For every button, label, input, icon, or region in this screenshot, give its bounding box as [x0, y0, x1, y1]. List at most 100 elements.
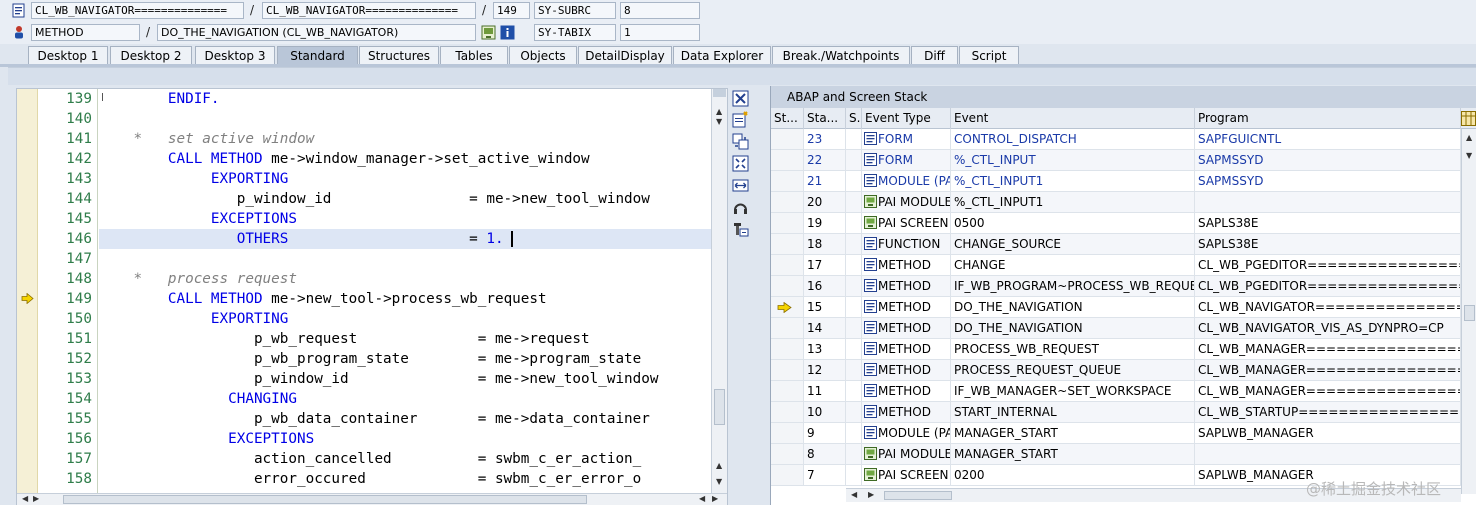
code-line[interactable]: EXCEPTIONS: [99, 209, 711, 229]
stack-row[interactable]: 22 FORM %_CTL_INPUT SAPMSSYD: [771, 150, 1461, 171]
program-cell[interactable]: SAPMSSYD: [1195, 171, 1461, 191]
event-name-cell[interactable]: 0200: [951, 465, 1195, 485]
code-line[interactable]: [99, 249, 711, 269]
event-name-cell[interactable]: IF_WB_PROGRAM~PROCESS_WB_REQUES...: [951, 276, 1195, 296]
program-cell[interactable]: CL_WB_MANAGER=================CP: [1195, 381, 1461, 401]
code-line[interactable]: ENDIF.: [99, 89, 711, 109]
tab-desktop-3[interactable]: Desktop 3: [195, 46, 275, 66]
stack-row[interactable]: 15 METHOD DO_THE_NAVIGATION CL_WB_NAVIGATOR…: [771, 297, 1461, 318]
stack-row[interactable]: 23 FORM CONTROL_DISPATCH SAPFGUICNTL: [771, 129, 1461, 150]
row-status-cell[interactable]: [771, 444, 804, 464]
event-name-cell[interactable]: DO_THE_NAVIGATION: [951, 318, 1195, 338]
row-status-cell[interactable]: [771, 318, 804, 338]
col-header-s[interactable]: S...: [846, 108, 862, 129]
event-name-cell[interactable]: MANAGER_START: [951, 444, 1195, 464]
scroll-right-arrow-icon[interactable]: ▶: [712, 494, 718, 504]
stack-row[interactable]: 9 MODULE (PAI)MANAGER_STARTSAPLWB_MANAGER: [771, 423, 1461, 444]
editor-hscroll-thumb[interactable]: [63, 495, 587, 504]
code-line[interactable]: OTHERS = 1.: [99, 229, 711, 249]
row-status-cell[interactable]: [771, 297, 804, 317]
code-line[interactable]: p_window_id = me->new_tool_window: [99, 189, 711, 209]
tab-script[interactable]: Script: [959, 46, 1019, 66]
code-line[interactable]: action_cancelled = swbm_c_er_action_: [99, 449, 711, 469]
scroll-up-arrow-icon[interactable]: ▲: [716, 107, 722, 117]
stack-row[interactable]: 21 MODULE (PAI)%_CTL_INPUT1SAPMSSYD: [771, 171, 1461, 192]
code-line[interactable]: CALL METHOD me->window_manager->set_acti…: [99, 149, 711, 169]
row-status-cell[interactable]: [771, 423, 804, 443]
program-cell[interactable]: SAPLS38E: [1195, 213, 1461, 233]
event-name-cell[interactable]: CHANGE_SOURCE: [951, 234, 1195, 254]
stack-row[interactable]: 8 PAI MODULE MANAGER_START: [771, 444, 1461, 465]
event-name-field[interactable]: DO_THE_NAVIGATION (CL_WB_NAVIGATOR): [157, 24, 476, 41]
code-line[interactable]: [99, 109, 711, 129]
event-name-cell[interactable]: 0500: [951, 213, 1195, 233]
info-icon[interactable]: [500, 25, 515, 40]
code-line[interactable]: p_wb_data_container = me->data_container: [99, 409, 711, 429]
maximize-tool-icon[interactable]: [732, 155, 749, 172]
stack-vertical-scrollbar[interactable]: ▲ ▼: [1461, 129, 1476, 494]
col-header-event-type[interactable]: Event Type: [862, 108, 951, 129]
program-cell[interactable]: SAPFGUICNTL: [1195, 129, 1461, 149]
breakpoint-gutter[interactable]: [17, 89, 38, 505]
event-type-field[interactable]: METHOD: [31, 24, 140, 41]
sysvar-name-field[interactable]: SY-SUBRC: [534, 2, 616, 19]
scroll-left-arrow-icon[interactable]: ◀: [22, 494, 28, 504]
tab-break-watchpoints[interactable]: Break./Watchpoints: [772, 46, 910, 66]
tab-detaildisplay[interactable]: DetailDisplay: [578, 46, 672, 66]
scroll-left-arrow-icon[interactable]: ◀: [851, 490, 857, 500]
tab-desktop-1[interactable]: Desktop 1: [28, 46, 108, 66]
row-status-cell[interactable]: [771, 360, 804, 380]
stack-row[interactable]: 11 METHOD IF_WB_MANAGER~SET_WORKSPACE CL_WB…: [771, 381, 1461, 402]
event-name-cell[interactable]: %_CTL_INPUT1: [951, 192, 1195, 212]
row-status-cell[interactable]: [771, 234, 804, 254]
close-tool-icon[interactable]: [732, 90, 749, 107]
code-line[interactable]: EXPORTING: [99, 169, 711, 189]
code-line[interactable]: * set active window: [99, 129, 711, 149]
tab-diff[interactable]: Diff: [911, 46, 958, 66]
row-status-cell[interactable]: [771, 213, 804, 233]
program-cell[interactable]: SAPLS38E: [1195, 234, 1461, 254]
scroll-right-arrow-icon[interactable]: ▶: [868, 490, 874, 500]
code-line[interactable]: CHANGING: [99, 389, 711, 409]
stack-row[interactable]: 14 METHOD DO_THE_NAVIGATION CL_WB_NAVIGATOR…: [771, 318, 1461, 339]
tab-data-explorer[interactable]: Data Explorer: [673, 46, 771, 66]
code-line[interactable]: CALL METHOD me->new_tool->process_wb_req…: [99, 289, 711, 309]
col-header-level[interactable]: Sta...: [804, 108, 846, 129]
code-line[interactable]: EXCEPTIONS: [99, 429, 711, 449]
row-status-cell[interactable]: [771, 129, 804, 149]
scroll-right-arrow-icon[interactable]: ▶: [33, 494, 39, 504]
stack-row[interactable]: 18 FUNCTION CHANGE_SOURCE SAPLS38E: [771, 234, 1461, 255]
tab-tables[interactable]: Tables: [440, 46, 508, 66]
row-status-cell[interactable]: [771, 276, 804, 296]
event-name-cell[interactable]: PROCESS_REQUEST_QUEUE: [951, 360, 1195, 380]
event-name-cell[interactable]: %_CTL_INPUT: [951, 150, 1195, 170]
code-line[interactable]: * process request: [99, 269, 711, 289]
code-area[interactable]: ENDIF. * set active window CALL METHOD m…: [99, 89, 711, 493]
program-cell[interactable]: CL_WB_STARTUP=================CP: [1195, 402, 1461, 422]
scroll-down-arrow-icon[interactable]: ▼: [716, 477, 722, 487]
sysvar-value-field[interactable]: 8: [620, 2, 700, 19]
event-name-cell[interactable]: CHANGE: [951, 255, 1195, 275]
event-name-cell[interactable]: PROCESS_WB_REQUEST: [951, 339, 1195, 359]
program-cell[interactable]: [1195, 192, 1461, 212]
sysvar-name-field[interactable]: SY-TABIX: [534, 24, 616, 41]
row-status-cell[interactable]: [771, 255, 804, 275]
col-header-program[interactable]: Program: [1195, 108, 1461, 129]
row-status-cell[interactable]: [771, 150, 804, 170]
code-line[interactable]: error_occured = swbm_c_er_error_o: [99, 469, 711, 489]
services-tool-icon[interactable]: [732, 199, 749, 216]
line-number-field[interactable]: 149: [493, 2, 530, 19]
row-status-cell[interactable]: [771, 381, 804, 401]
tab-desktop-2[interactable]: Desktop 2: [110, 46, 192, 66]
tab-structures[interactable]: Structures: [359, 46, 439, 66]
row-status-cell[interactable]: [771, 465, 804, 485]
column-layout-icon[interactable]: [1461, 111, 1476, 126]
event-name-cell[interactable]: %_CTL_INPUT1: [951, 171, 1195, 191]
event-name-cell[interactable]: CONTROL_DISPATCH: [951, 129, 1195, 149]
swap-tool-icon[interactable]: [732, 133, 749, 150]
stack-row[interactable]: 12 METHOD PROCESS_REQUEST_QUEUE CL_WB_MANAG…: [771, 360, 1461, 381]
scroll-down-arrow-icon[interactable]: ▼: [716, 117, 722, 127]
program-cell[interactable]: CL_WB_PGEDITOR================CP: [1195, 255, 1461, 275]
program-cell[interactable]: [1195, 444, 1461, 464]
resize-tool-icon[interactable]: [732, 177, 749, 194]
